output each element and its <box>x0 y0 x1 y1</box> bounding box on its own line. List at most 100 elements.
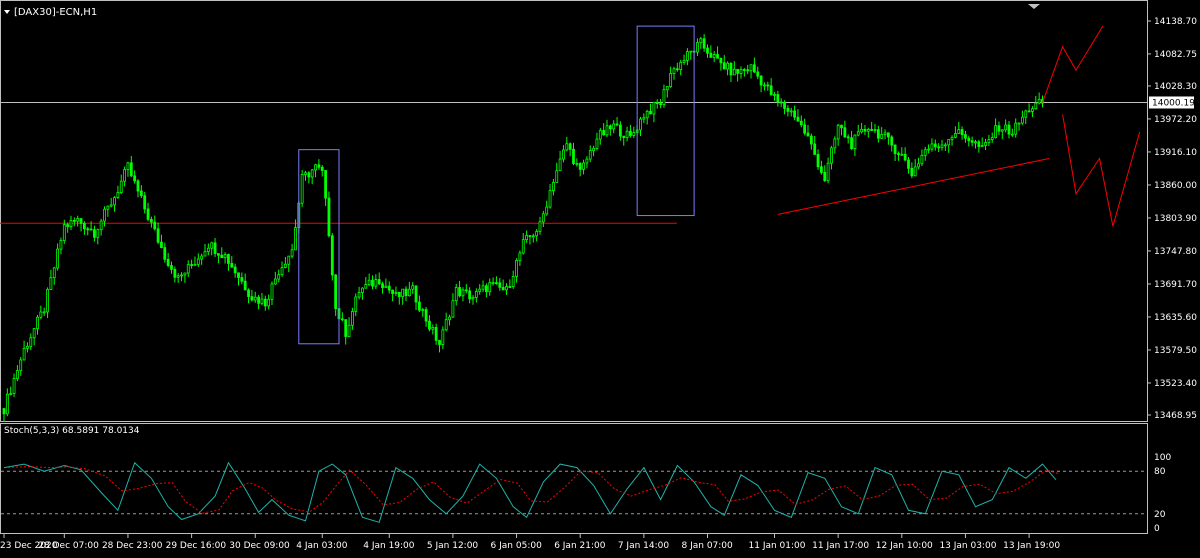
candle-body <box>645 110 649 119</box>
candle-body <box>15 370 19 379</box>
candle-body <box>669 73 673 87</box>
candle-body <box>917 163 920 168</box>
candle-body <box>220 254 224 259</box>
candle-body <box>317 164 321 168</box>
candle-body <box>106 205 110 210</box>
candle-body <box>461 289 465 297</box>
candle-body <box>582 162 585 170</box>
current-price-label: 14000.19 <box>1152 98 1195 108</box>
candle-body <box>501 287 505 291</box>
price-tick-label: 13747.80 <box>1154 247 1197 257</box>
candle-body <box>789 110 793 113</box>
candle-body <box>843 127 847 138</box>
candle-body <box>277 274 281 280</box>
main-panel-border <box>0 0 1148 422</box>
candle-body <box>572 148 575 164</box>
candle-body <box>247 289 250 297</box>
candle-body <box>1007 124 1011 135</box>
candle-body <box>521 239 525 254</box>
candle-body <box>9 393 13 395</box>
candle-body <box>642 117 646 120</box>
candle-body <box>287 255 291 265</box>
time-tick-label: 30 Dec 09:00 <box>229 541 290 551</box>
candle-body <box>361 287 364 293</box>
candle-body <box>706 47 709 54</box>
candle-body <box>592 147 595 151</box>
candle-body <box>997 125 1001 132</box>
time-tick-label: 7 Jan 14:00 <box>618 541 670 551</box>
time-tick-label: 13 Jan 03:00 <box>939 541 996 551</box>
candle-body <box>860 128 863 133</box>
chevron-down-icon[interactable] <box>4 10 10 14</box>
candle-body <box>478 288 482 292</box>
candle-body <box>900 153 904 156</box>
price-tick-label: 13916.10 <box>1154 148 1197 158</box>
candle-body <box>257 296 261 304</box>
candle-body <box>769 85 773 96</box>
candle-body <box>742 69 746 71</box>
price-tick-label: 13860.00 <box>1154 181 1197 191</box>
candle-body <box>739 69 743 74</box>
candle-body <box>850 137 853 150</box>
price-tick-label: 13523.40 <box>1154 379 1197 389</box>
time-tick-label: 5 Jan 12:00 <box>427 541 479 551</box>
candle-body <box>176 275 180 278</box>
candle-body <box>206 247 210 253</box>
candle-body <box>575 163 579 165</box>
candle-body <box>615 123 619 126</box>
candle-body <box>525 235 528 241</box>
candle-body <box>136 180 140 192</box>
candle-body <box>354 296 358 312</box>
candle-body <box>732 68 736 76</box>
candle-body <box>876 129 880 139</box>
price-tick-label: 13579.50 <box>1154 346 1197 356</box>
candle-body <box>367 279 371 286</box>
candle-body <box>253 296 257 301</box>
candle-body <box>488 282 492 293</box>
candle-body <box>387 285 391 291</box>
candle-body <box>799 120 803 126</box>
candle-body <box>893 144 897 154</box>
candle-body <box>994 125 997 138</box>
candle-body <box>753 64 756 73</box>
time-tick-label: 12 Jan 10:00 <box>876 541 933 551</box>
candle-body <box>32 328 36 339</box>
candle-body <box>119 180 123 193</box>
time-tick-label: 6 Jan 05:00 <box>491 541 543 551</box>
candle-body <box>93 229 96 238</box>
candle-body <box>662 89 666 106</box>
candle-body <box>558 158 562 172</box>
stoch-tick-label: 80 <box>1154 467 1166 477</box>
candle-body <box>870 129 874 131</box>
candle-body <box>474 291 478 298</box>
candle-body <box>59 240 63 250</box>
candle-body <box>682 60 686 63</box>
candle-body <box>588 150 592 160</box>
chart-canvas[interactable]: 14138.70 14082.75 14028.30 13972.20 13916.10… <box>0 0 1200 558</box>
candle-body <box>773 94 776 96</box>
candle-body <box>907 159 910 169</box>
candle-body <box>344 319 348 337</box>
candle-body <box>26 345 29 349</box>
candle-body <box>511 276 515 287</box>
candle-body <box>612 123 616 130</box>
candle-body <box>565 143 569 151</box>
candle-body <box>46 289 49 313</box>
candle-body <box>381 283 384 288</box>
candle-body <box>836 124 840 140</box>
scroll-marker-icon <box>1028 4 1040 9</box>
candle-body <box>866 129 870 132</box>
candle-body <box>545 206 549 215</box>
candle-body <box>689 50 693 53</box>
candle-body <box>186 264 190 274</box>
price-tick-label: 13803.90 <box>1154 214 1197 224</box>
candle-body <box>980 145 984 147</box>
candle-body <box>940 144 944 148</box>
candle-body <box>384 285 388 288</box>
candle-body <box>240 277 244 282</box>
candle-body <box>873 129 877 132</box>
time-tick-label: 13 Jan 19:00 <box>1003 541 1060 551</box>
candle-body <box>347 324 351 337</box>
candle-body <box>672 68 676 74</box>
candle-body <box>629 130 632 136</box>
